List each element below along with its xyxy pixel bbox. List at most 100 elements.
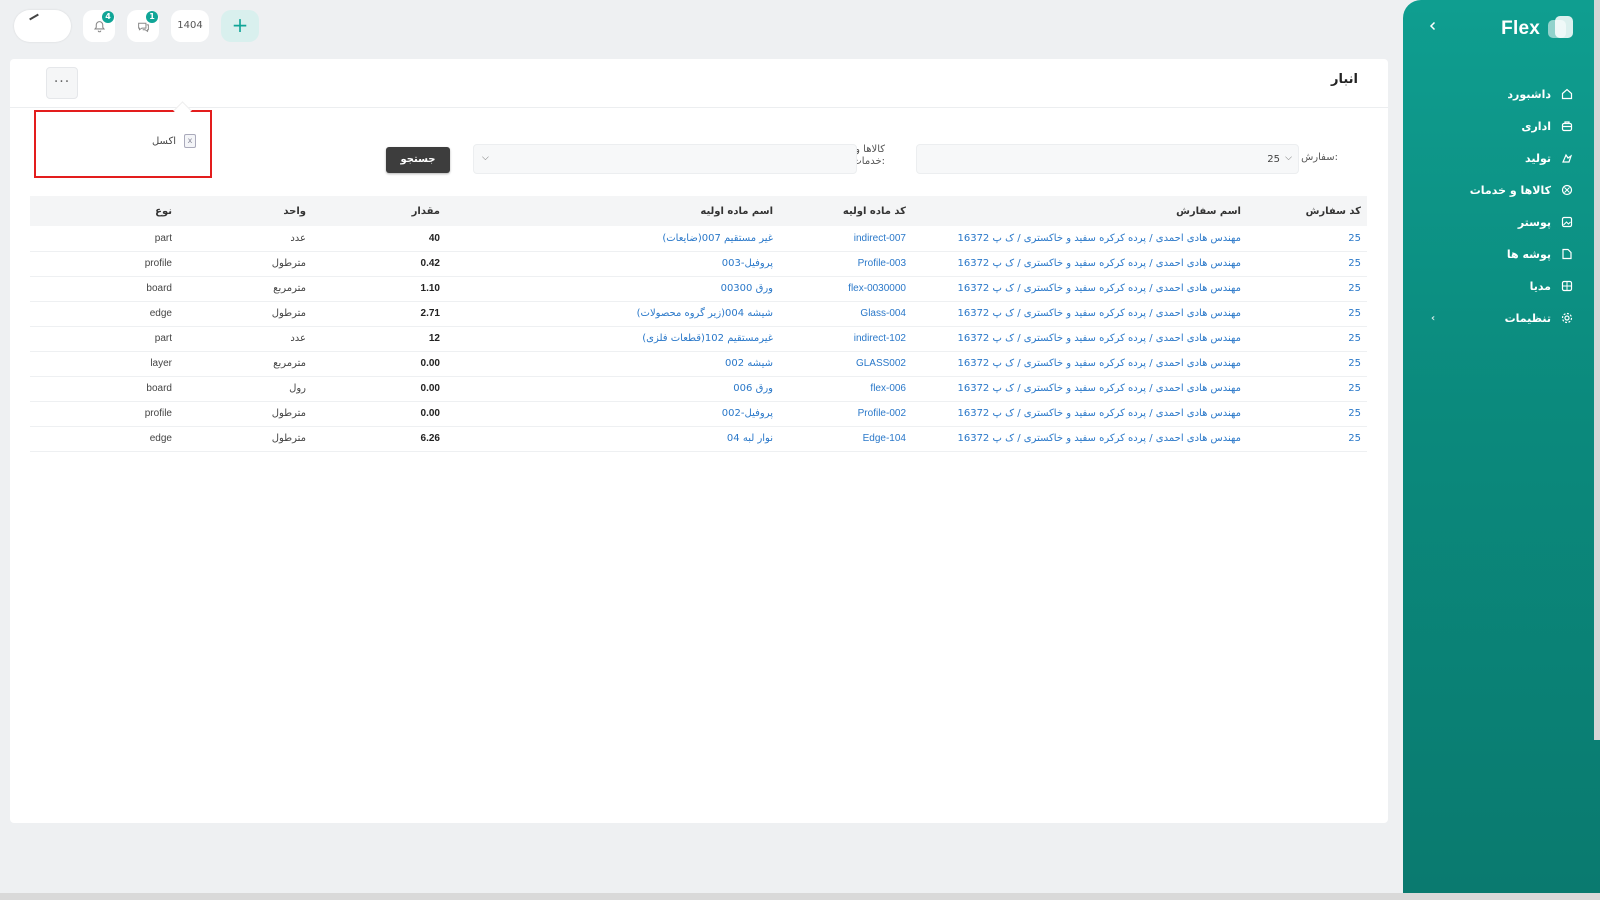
cell-type: edge (30, 301, 178, 327)
cell-material-name[interactable]: غیرمستقیم 102(قطعات فلزی) (446, 326, 779, 352)
cell-order-code[interactable]: 25 (1247, 301, 1367, 327)
cell-quantity: 12 (312, 326, 446, 352)
cell-order-name[interactable]: مهندس هادی احمدی / پرده کرکره سفید و خاک… (912, 326, 1247, 352)
cell-order-name[interactable]: مهندس هادی احمدی / پرده کرکره سفید و خاک… (912, 276, 1247, 302)
col-material-name[interactable]: اسم ماده اولیه (446, 196, 779, 226)
cell-material-name[interactable]: نوار لبه 04 (446, 426, 779, 452)
sidebar-nav: داشبورد اداری تولید کالاها و خدمات پوستر… (1403, 78, 1600, 334)
cell-order-name[interactable]: مهندس هادی احمدی / پرده کرکره سفید و خاک… (912, 351, 1247, 377)
sidebar-item-label: اداری (1521, 119, 1551, 133)
actions-dropdown: x اکسل (34, 110, 212, 178)
order-select-value: 25 (1267, 154, 1280, 165)
cell-order-code[interactable]: 25 (1247, 351, 1367, 377)
sidebar-item-media[interactable]: مدیا (1403, 270, 1600, 302)
order-select[interactable]: 25 ⌵ (916, 144, 1299, 174)
cell-order-name[interactable]: مهندس هادی احمدی / پرده کرکره سفید و خاک… (912, 376, 1247, 402)
col-quantity[interactable]: مقدار (312, 196, 446, 226)
cell-material-code[interactable]: Profile-002 (779, 401, 912, 427)
col-order-code[interactable]: کد سفارش (1247, 196, 1367, 226)
sidebar: Flex داشبورد اداری تولید کالاها و خدمات … (1403, 0, 1600, 895)
cell-order-code[interactable]: 25 (1247, 426, 1367, 452)
cell-quantity: 1.10 (312, 276, 446, 302)
export-excel-item[interactable]: x اکسل (152, 134, 196, 148)
cell-type: part (30, 226, 178, 252)
cell-material-name[interactable]: پروفیل-002 (446, 401, 779, 427)
brand[interactable]: Flex (1501, 14, 1574, 44)
messages-button[interactable]: 1 (127, 10, 159, 42)
notifications-button[interactable]: 4 (83, 10, 115, 42)
fiscal-year-selector[interactable]: 1404 (171, 10, 209, 42)
sidebar-item-folders[interactable]: پوشه ها (1403, 238, 1600, 270)
add-button[interactable]: + (221, 10, 259, 42)
cell-type: profile (30, 401, 178, 427)
cell-unit: مترطول (178, 401, 312, 427)
export-excel-label: اکسل (151, 135, 176, 147)
table-row: 25 مهندس هادی احمدی / پرده کرکره سفید و … (30, 351, 1367, 377)
cell-quantity: 0.00 (312, 401, 446, 427)
sidebar-collapse-button[interactable] (1423, 16, 1443, 36)
col-material-code[interactable]: کد ماده اولیه (779, 196, 912, 226)
inventory-table: کد سفارش اسم سفارش کد ماده اولیه اسم ماد… (30, 196, 1367, 452)
sidebar-item-goods-services[interactable]: کالاها و خدمات (1403, 174, 1600, 206)
table-row: 25 مهندس هادی احمدی / پرده کرکره سفید و … (30, 376, 1367, 402)
goods-select[interactable]: ⌵ (473, 144, 857, 174)
cell-order-name[interactable]: مهندس هادی احمدی / پرده کرکره سفید و خاک… (912, 426, 1247, 452)
cell-material-code[interactable]: Profile-003 (779, 251, 912, 277)
col-order-name[interactable]: اسم سفارش (912, 196, 1247, 226)
sidebar-item-label: کالاها و خدمات (1469, 183, 1551, 197)
cell-order-name[interactable]: مهندس هادی احمدی / پرده کرکره سفید و خاک… (912, 226, 1247, 252)
gear-icon (1560, 311, 1574, 325)
cell-quantity: 0.00 (312, 351, 446, 377)
cell-material-code[interactable]: indirect-007 (779, 226, 912, 252)
col-unit[interactable]: واحد (178, 196, 312, 226)
avatar[interactable] (14, 10, 71, 42)
search-button[interactable]: جستجو (386, 147, 450, 173)
sidebar-item-administrative[interactable]: اداری (1403, 110, 1600, 142)
cell-order-code[interactable]: 25 (1247, 326, 1367, 352)
sidebar-item-label: پوستر (1517, 215, 1551, 229)
table-row: 25 مهندس هادی احمدی / پرده کرکره سفید و … (30, 326, 1367, 352)
cell-unit: رول (178, 376, 312, 402)
order-filter-label: سفارش: (1301, 152, 1338, 163)
col-type[interactable]: نوع (30, 196, 178, 226)
cell-type: part (30, 326, 178, 352)
cell-material-name[interactable]: غیر مستقیم 007(ضایعات) (446, 226, 779, 252)
cell-order-code[interactable]: 25 (1247, 251, 1367, 277)
horizontal-scrollbar[interactable] (0, 893, 1600, 900)
cell-order-name[interactable]: مهندس هادی احمدی / پرده کرکره سفید و خاک… (912, 251, 1247, 277)
sidebar-item-label: داشبورد (1507, 87, 1551, 101)
sidebar-item-poster[interactable]: پوستر (1403, 206, 1600, 238)
cell-order-code[interactable]: 25 (1247, 226, 1367, 252)
cell-material-name[interactable]: شیشه 004(زیر گروه محصولات) (446, 301, 779, 327)
cell-order-code[interactable]: 25 (1247, 376, 1367, 402)
cell-material-code[interactable]: flex-006 (779, 376, 912, 402)
cell-material-code[interactable]: Glass-004 (779, 301, 912, 327)
cell-unit: مترطول (178, 251, 312, 277)
goods-filter-label: کالاها و خدمات: (852, 144, 885, 167)
sidebar-item-dashboard[interactable]: داشبورد (1403, 78, 1600, 110)
main-card: انبار ··· x اکسل سفارش: 25 ⌵ کالاها و خد… (10, 59, 1388, 823)
cell-type: profile (30, 251, 178, 277)
table-row: 25 مهندس هادی احمدی / پرده کرکره سفید و … (30, 401, 1367, 427)
more-actions-button[interactable]: ··· (46, 67, 78, 99)
cell-type: board (30, 276, 178, 302)
image-icon (1560, 215, 1574, 229)
cell-material-code[interactable]: indirect-102 (779, 326, 912, 352)
cell-material-code[interactable]: flex-0030000 (779, 276, 912, 302)
cell-quantity: 6.26 (312, 426, 446, 452)
cell-order-name[interactable]: مهندس هادی احمدی / پرده کرکره سفید و خاک… (912, 301, 1247, 327)
cell-order-code[interactable]: 25 (1247, 401, 1367, 427)
cell-material-name[interactable]: شیشه 002 (446, 351, 779, 377)
cell-material-code[interactable]: GLASS002 (779, 351, 912, 377)
cell-order-name[interactable]: مهندس هادی احمدی / پرده کرکره سفید و خاک… (912, 401, 1247, 427)
cell-order-code[interactable]: 25 (1247, 276, 1367, 302)
sidebar-item-production[interactable]: تولید (1403, 142, 1600, 174)
cell-material-name[interactable]: ورق 00300 (446, 276, 779, 302)
sidebar-item-settings[interactable]: تنظیمات ‹ (1403, 302, 1600, 334)
table-row: 25 مهندس هادی احمدی / پرده کرکره سفید و … (30, 276, 1367, 302)
vertical-scrollbar[interactable] (1594, 0, 1600, 740)
cell-material-code[interactable]: Edge-104 (779, 426, 912, 452)
cell-material-name[interactable]: پروفیل-003 (446, 251, 779, 277)
table-row: 25 مهندس هادی احمدی / پرده کرکره سفید و … (30, 226, 1367, 252)
cell-material-name[interactable]: ورق 006 (446, 376, 779, 402)
